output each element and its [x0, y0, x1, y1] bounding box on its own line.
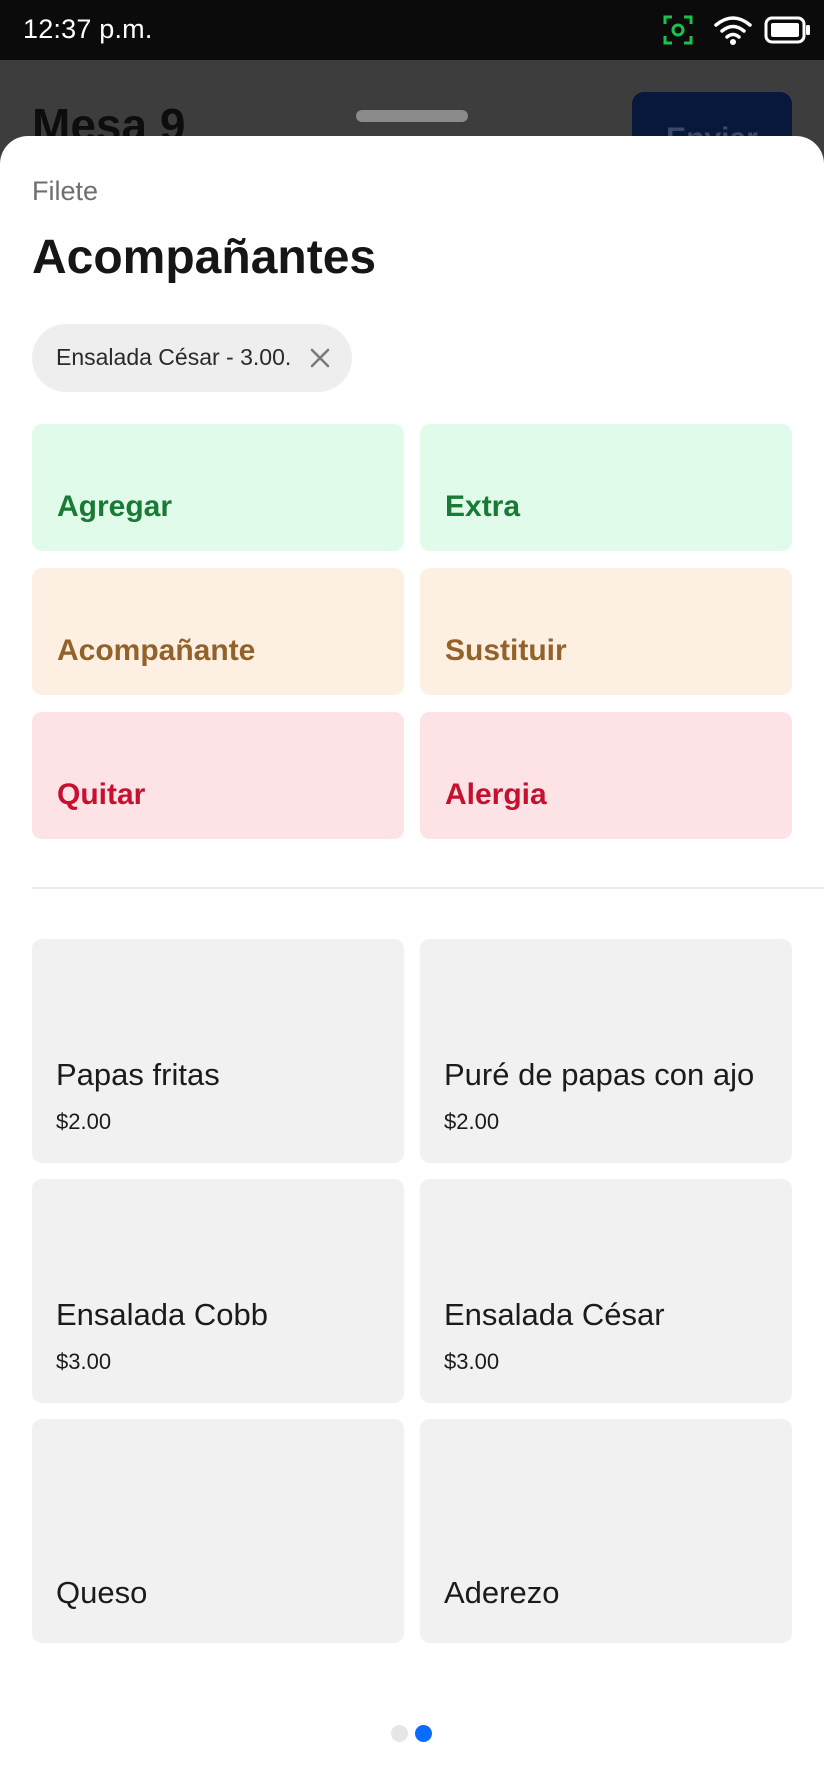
item-price: $3.00 — [56, 1349, 112, 1374]
item-price: $2.00 — [444, 1109, 500, 1134]
sheet-subtitle: Filete — [32, 176, 99, 206]
page-dot-1[interactable] — [391, 1725, 408, 1742]
modifier-add-button[interactable]: Agregar — [32, 424, 404, 551]
item-name: Puré de papas con ajo — [444, 1057, 755, 1092]
item-price: $2.00 — [56, 1109, 112, 1134]
item-name: Ensalada Cobb — [56, 1297, 268, 1332]
modifier-allergy-button[interactable]: Alergia — [420, 712, 792, 839]
item-name: Queso — [56, 1575, 148, 1610]
modifier-substitute-label: Sustituir — [445, 634, 567, 667]
section-divider — [32, 887, 824, 889]
sheet-title: Acompañantes — [32, 231, 377, 284]
modifier-sheet: Filete Acompañantes Ensalada César - 3.0… — [0, 136, 824, 1784]
modifier-allergy-label: Alergia — [445, 778, 547, 811]
modifier-extra-label: Extra — [445, 490, 521, 523]
modifier-side-label: Acompañante — [57, 634, 256, 667]
modifier-add-label: Agregar — [57, 490, 173, 523]
item-card-papas-fritas[interactable]: Papas fritas $2.00 — [32, 939, 404, 1163]
item-name: Ensalada César — [444, 1297, 665, 1332]
item-card-queso[interactable]: Queso — [32, 1419, 404, 1643]
modifier-extra-button[interactable]: Extra — [420, 424, 792, 551]
modifier-substitute-button[interactable]: Sustituir — [420, 568, 792, 695]
item-name: Papas fritas — [56, 1057, 220, 1092]
page-dot-2-active[interactable] — [415, 1725, 432, 1742]
item-price: $3.00 — [444, 1349, 500, 1374]
status-time: 12:37 p.m. — [23, 14, 153, 44]
item-card-ensalada-cesar[interactable]: Ensalada César $3.00 — [420, 1179, 792, 1403]
sheet-drag-handle[interactable] — [356, 110, 468, 122]
modifier-remove-label: Quitar — [57, 778, 146, 811]
modifier-side-button[interactable]: Acompañante — [32, 568, 404, 695]
chip-label: Ensalada César - 3.00. — [56, 344, 292, 370]
item-name: Aderezo — [444, 1575, 560, 1610]
battery-icon — [764, 16, 810, 44]
modifier-remove-button[interactable]: Quitar — [32, 712, 404, 839]
item-card-pure-de-papas[interactable]: Puré de papas con ajo $2.00 — [420, 939, 792, 1163]
item-card-ensalada-cobb[interactable]: Ensalada Cobb $3.00 — [32, 1179, 404, 1403]
screen: 12:37 p.m. Mesa 9 Enviar Filete — [0, 0, 824, 1784]
screen-record-icon — [663, 15, 693, 45]
status-bar: 12:37 p.m. — [0, 0, 824, 60]
wifi-icon — [714, 16, 752, 45]
close-icon[interactable] — [308, 346, 332, 370]
item-card-aderezo[interactable]: Aderezo — [420, 1419, 792, 1643]
selected-modifier-chip[interactable]: Ensalada César - 3.00. — [32, 324, 352, 392]
